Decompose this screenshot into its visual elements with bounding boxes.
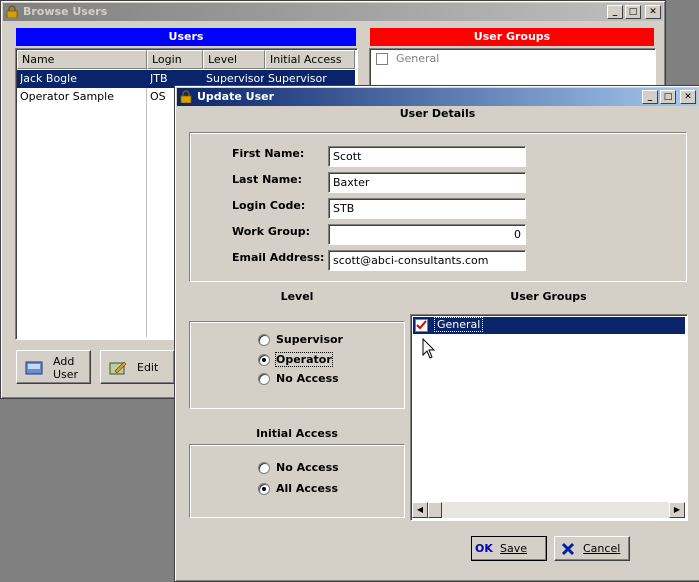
- edit-icon: [109, 361, 127, 375]
- add-user-label-line1: Add: [53, 355, 75, 368]
- radio-supervisor[interactable]: [258, 334, 270, 346]
- access-option-all-access[interactable]: All Access: [276, 482, 338, 495]
- scroll-left-button[interactable]: ◀: [412, 502, 428, 518]
- initial-access-label: Initial Access: [256, 427, 338, 440]
- user-group-label: General: [433, 317, 484, 332]
- close-button[interactable]: ✕: [680, 90, 696, 104]
- radio-no-access[interactable]: [258, 373, 270, 385]
- mouse-cursor-icon: [422, 338, 436, 359]
- last-name-field[interactable]: Baxter: [328, 172, 526, 193]
- browse-users-titlebar[interactable]: Browse Users _ □ ✕: [3, 3, 663, 21]
- group-label: General: [396, 52, 440, 65]
- maximize-button[interactable]: □: [625, 5, 641, 19]
- save-button[interactable]: OK Save: [471, 536, 547, 561]
- add-user-label-line2: User: [53, 368, 79, 381]
- radio-all-access[interactable]: [258, 483, 270, 495]
- radio-no-access[interactable]: [258, 462, 270, 474]
- minimize-button[interactable]: _: [642, 90, 658, 104]
- save-label: Save: [500, 542, 528, 555]
- first-name-field[interactable]: Scott: [328, 146, 526, 167]
- ok-icon: OK: [475, 542, 493, 555]
- group-checkbox[interactable]: [415, 319, 428, 332]
- column-header-name[interactable]: Name: [17, 50, 147, 69]
- cancel-label: Cancel: [583, 542, 621, 555]
- user-groups-list: General: [369, 48, 656, 90]
- column-header-initial-access[interactable]: Initial Access: [265, 50, 355, 69]
- user-groups-header: User Groups: [370, 28, 654, 46]
- user-details-panel: First Name: Scott Last Name: Baxter Logi…: [189, 132, 687, 282]
- level-option-no-access[interactable]: No Access: [276, 372, 339, 385]
- horizontal-scrollbar[interactable]: ◀ ▶: [412, 502, 685, 518]
- level-panel: Supervisor Operator No Access: [189, 321, 405, 409]
- initial-access-panel: No Access All Access: [189, 444, 405, 518]
- add-user-icon: [25, 361, 43, 375]
- login-code-label: Login Code:: [232, 199, 306, 212]
- cancel-button[interactable]: Cancel: [554, 536, 630, 561]
- work-group-field[interactable]: 0: [328, 224, 526, 245]
- column-divider: [146, 69, 147, 337]
- user-groups-label: User Groups: [510, 290, 587, 303]
- edit-label: Edit: [137, 361, 159, 374]
- users-header: Users: [16, 28, 356, 46]
- cancel-x-icon: [561, 542, 575, 556]
- browse-users-title: Browse Users: [23, 5, 108, 18]
- radio-operator[interactable]: [258, 354, 270, 366]
- window-controls: _ □ ✕: [607, 5, 661, 19]
- user-details-label: User Details: [399, 107, 476, 120]
- cell-name: Jack Bogle: [20, 72, 77, 85]
- update-user-window: Update User _ □ ✕ User Details First Nam…: [174, 85, 699, 582]
- column-header-login[interactable]: Login: [147, 50, 203, 69]
- scroll-right-button[interactable]: ▶: [669, 502, 685, 518]
- email-label: Email Address:: [232, 251, 325, 264]
- user-groups-checklist: General ◀ ▶: [410, 314, 688, 521]
- close-button[interactable]: ✕: [645, 5, 661, 19]
- cell-name: Operator Sample: [20, 90, 114, 103]
- lock-icon: [6, 5, 18, 18]
- checkmark-icon: [416, 320, 427, 330]
- group-checkbox[interactable]: [376, 53, 388, 65]
- level-option-supervisor[interactable]: Supervisor: [276, 333, 343, 346]
- login-code-field[interactable]: STB: [328, 198, 526, 219]
- edit-button[interactable]: Edit: [100, 350, 175, 384]
- access-option-no-access[interactable]: No Access: [276, 461, 339, 474]
- minimize-button[interactable]: _: [607, 5, 623, 19]
- column-header-level[interactable]: Level: [203, 50, 265, 69]
- first-name-label: First Name:: [232, 147, 305, 160]
- level-option-operator[interactable]: Operator: [275, 352, 333, 367]
- add-user-button[interactable]: Add User: [16, 350, 91, 384]
- email-field[interactable]: scott@abci-consultants.com: [328, 250, 526, 271]
- level-label: Level: [280, 290, 314, 303]
- last-name-label: Last Name:: [232, 173, 303, 186]
- scroll-thumb[interactable]: [428, 502, 442, 518]
- window-controls: _ □ ✕: [642, 90, 696, 104]
- lock-icon: [180, 90, 192, 103]
- maximize-button[interactable]: □: [660, 90, 676, 104]
- work-group-label: Work Group:: [232, 225, 310, 238]
- update-user-title: Update User: [197, 90, 275, 103]
- update-user-titlebar[interactable]: Update User _ □ ✕: [177, 88, 698, 106]
